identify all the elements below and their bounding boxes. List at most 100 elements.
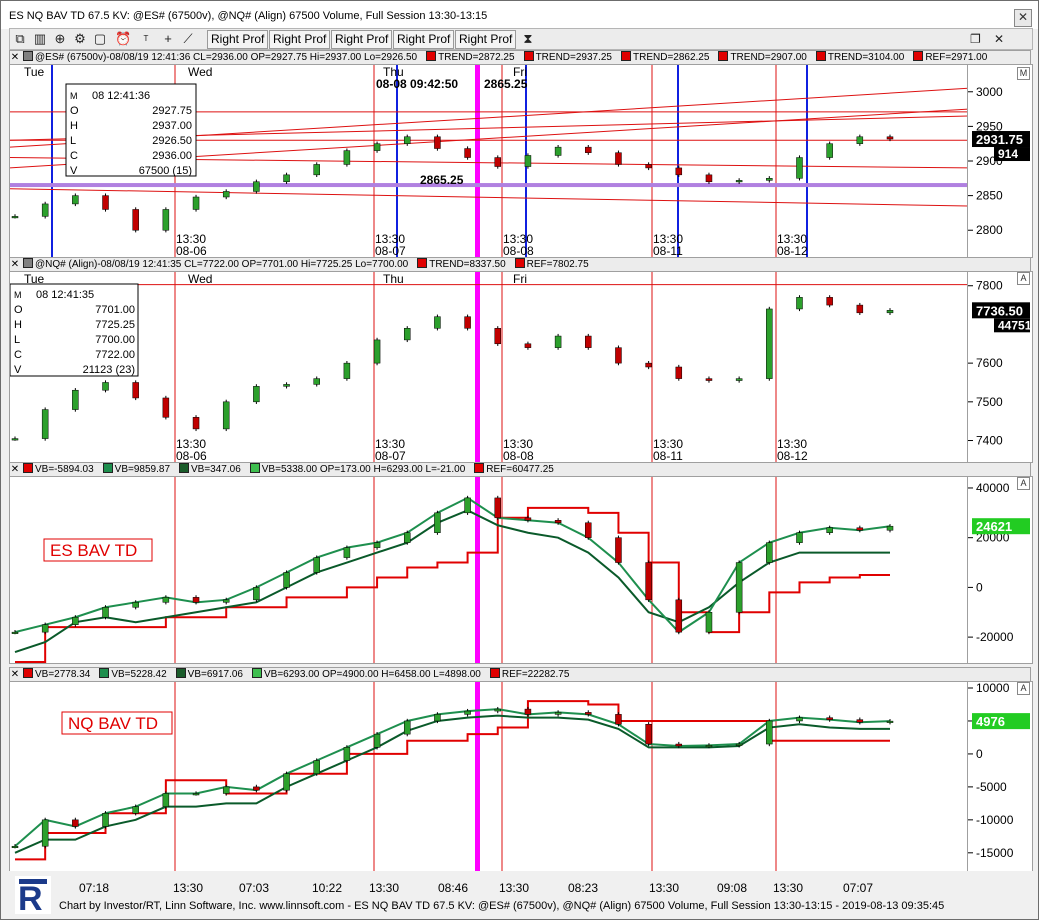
hourglass-icon[interactable]: ⧗ xyxy=(520,31,536,47)
nq-bav-indicator-swatch[interactable] xyxy=(251,668,262,678)
es-bav-indicator-swatch[interactable] xyxy=(249,463,260,473)
nq-indicator-swatch[interactable] xyxy=(417,258,428,268)
right-profile-button-5[interactable]: Right Prof xyxy=(455,30,517,49)
bar-chart-icon[interactable]: ▥ xyxy=(32,31,48,47)
nq-indicator-swatch[interactable] xyxy=(514,258,525,268)
es-candle xyxy=(705,174,713,183)
nq-candle xyxy=(222,401,230,430)
nq-candle xyxy=(343,362,351,379)
nq_bav-candle xyxy=(554,712,562,715)
nq-candle xyxy=(41,409,49,439)
nq-scale-button[interactable]: A xyxy=(1017,272,1030,285)
session-date-label: 08-11 xyxy=(653,449,683,462)
close-icon[interactable]: ✕ xyxy=(1014,9,1032,27)
nq-candle xyxy=(464,316,471,329)
nq-bav-indicator-swatch[interactable] xyxy=(489,668,500,678)
copy-icon[interactable]: ⧉ xyxy=(12,31,28,47)
crosshair-icon[interactable]: + xyxy=(160,31,176,47)
right-profile-button-2[interactable]: Right Prof xyxy=(269,30,331,49)
nq_bav-candle xyxy=(192,793,200,796)
right-profile-button-4[interactable]: Right Prof xyxy=(393,30,455,49)
right-profile-button-1[interactable]: Right Prof xyxy=(207,30,269,49)
nq-bav-indicator-swatch[interactable] xyxy=(175,668,186,678)
nq_bav-candle xyxy=(766,720,773,745)
y-tick-label: -15000 xyxy=(976,846,1014,860)
pane-close-icon[interactable]: ✕ xyxy=(994,31,1004,47)
es-indicator-swatch[interactable] xyxy=(426,51,437,61)
es-price-axis[interactable]: 3000 2950 2900 2850 2800 2931.75 914 xyxy=(967,64,1033,258)
zoom-icon[interactable]: ⊕ xyxy=(52,31,68,47)
es-bav-close-icon[interactable]: ✕ xyxy=(10,463,20,476)
es-bav-indicator-swatch[interactable] xyxy=(23,463,33,473)
es-indicator-swatch[interactable] xyxy=(815,51,826,61)
nq-candle xyxy=(766,308,773,379)
es-candle xyxy=(585,146,592,153)
restore-icon[interactable]: ❐ xyxy=(970,31,981,47)
nq-bav-plot[interactable]: NQ BAV TD xyxy=(9,681,969,873)
es-candle xyxy=(283,174,290,183)
nq-bav-scale-button[interactable]: A xyxy=(1017,682,1030,695)
es-indicator-swatch[interactable] xyxy=(913,51,924,61)
es-indicator-label: TREND=2872.25 xyxy=(438,52,515,63)
y-tick-label: 0 xyxy=(976,580,983,594)
es_bav-candle xyxy=(222,599,230,603)
es_bav-candle xyxy=(705,612,713,633)
es-bav-indicator-label: VB=347.06 xyxy=(191,464,241,475)
es-candle xyxy=(675,167,683,176)
es-data-box-key: O xyxy=(70,105,79,117)
nq-axis-svg: 7800 7600 7500 7400 7736.5044751 xyxy=(968,279,1032,448)
nq-indicator-swatch[interactable] xyxy=(23,258,33,268)
x-axis-time-label: 13:30 xyxy=(499,881,530,895)
nq-bav-indicator-swatch[interactable] xyxy=(99,668,110,678)
es-indicator-swatch[interactable] xyxy=(621,51,631,61)
es-indicator-swatch[interactable] xyxy=(23,51,33,61)
session-date-label: 08-07 xyxy=(375,244,406,257)
es_bav-candle xyxy=(373,542,381,548)
nq_bav-candle xyxy=(434,714,441,722)
nq-data-box-m: M xyxy=(14,290,22,300)
es_bav-candle xyxy=(434,512,441,533)
es-candle xyxy=(494,157,502,167)
title-icon[interactable]: T xyxy=(138,31,154,47)
nq-pane-header: ✕ @NQ# (Align)-08/08/19 12:41:35 CL=7722.… xyxy=(9,257,1031,272)
es-indicator-swatch[interactable] xyxy=(523,51,534,61)
right-profile-button-3[interactable]: Right Prof xyxy=(331,30,393,49)
nq-candle xyxy=(403,328,411,341)
alarm-icon[interactable]: ⏰ xyxy=(115,31,131,47)
es-bav-plot[interactable]: ES BAV TD xyxy=(9,476,969,664)
es-indicator-swatch[interactable] xyxy=(718,51,729,61)
nq-bav-indicator-label: VB=6917.06 xyxy=(187,669,243,680)
nq-close-icon[interactable]: ✕ xyxy=(10,258,20,271)
es-bav-indicator-swatch[interactable] xyxy=(474,463,485,473)
es-candle xyxy=(464,148,471,158)
line-tool-icon[interactable]: ⟋ xyxy=(180,31,196,47)
gear-icon[interactable]: ⚙ xyxy=(72,31,88,47)
es-price-plot[interactable]: Tue Wed Thu Fri 13:30 08-06 13:30 08-07 13:30 08-… xyxy=(9,64,969,258)
nq-candle xyxy=(675,366,683,379)
nq-price-plot[interactable]: Tue Wed Thu Fri 13:30 08-06 13:30 08-07 13:30 08-… xyxy=(9,271,969,463)
day-label: Tue xyxy=(24,65,45,79)
nq-bav-axis[interactable]: 1000050000-5000-10000-150004976 xyxy=(967,681,1033,873)
nq-bav-indicator-swatch[interactable] xyxy=(23,668,33,678)
nq-bav-close-icon[interactable]: ✕ xyxy=(10,668,20,681)
es-candle xyxy=(192,196,200,210)
es-candle xyxy=(313,164,320,176)
es-indicator-label: REF=2971.00 xyxy=(925,52,988,63)
session-date-label: 08-06 xyxy=(176,244,207,257)
y-tick-label: 10000 xyxy=(976,682,1010,695)
es-bav-axis[interactable]: 40000 20000 0 -20000 24621 xyxy=(967,476,1033,664)
y-tick-label: -5000 xyxy=(976,780,1007,794)
es-bav-indicator-swatch[interactable] xyxy=(102,463,113,473)
y-tick-label: 7600 xyxy=(976,356,1003,370)
level-price-label: 2865.25 xyxy=(420,173,464,187)
nq-bav-indicator-label: VB=6293.00 OP=4900.00 H=6458.00 L=4898.0… xyxy=(263,669,481,680)
last-value-label: 4976 xyxy=(976,714,1005,729)
es-scale-button[interactable]: M xyxy=(1017,67,1030,80)
es-candle xyxy=(132,209,139,231)
nq-price-axis[interactable]: 7800 7600 7500 7400 7736.50 44751 xyxy=(967,271,1033,463)
es-close-icon[interactable]: ✕ xyxy=(10,51,20,64)
es-bav-indicator-swatch[interactable] xyxy=(179,463,189,473)
es_bav-candle xyxy=(464,497,471,514)
window-icon[interactable]: ▢ xyxy=(92,31,108,47)
es-bav-scale-button[interactable]: A xyxy=(1017,477,1030,490)
